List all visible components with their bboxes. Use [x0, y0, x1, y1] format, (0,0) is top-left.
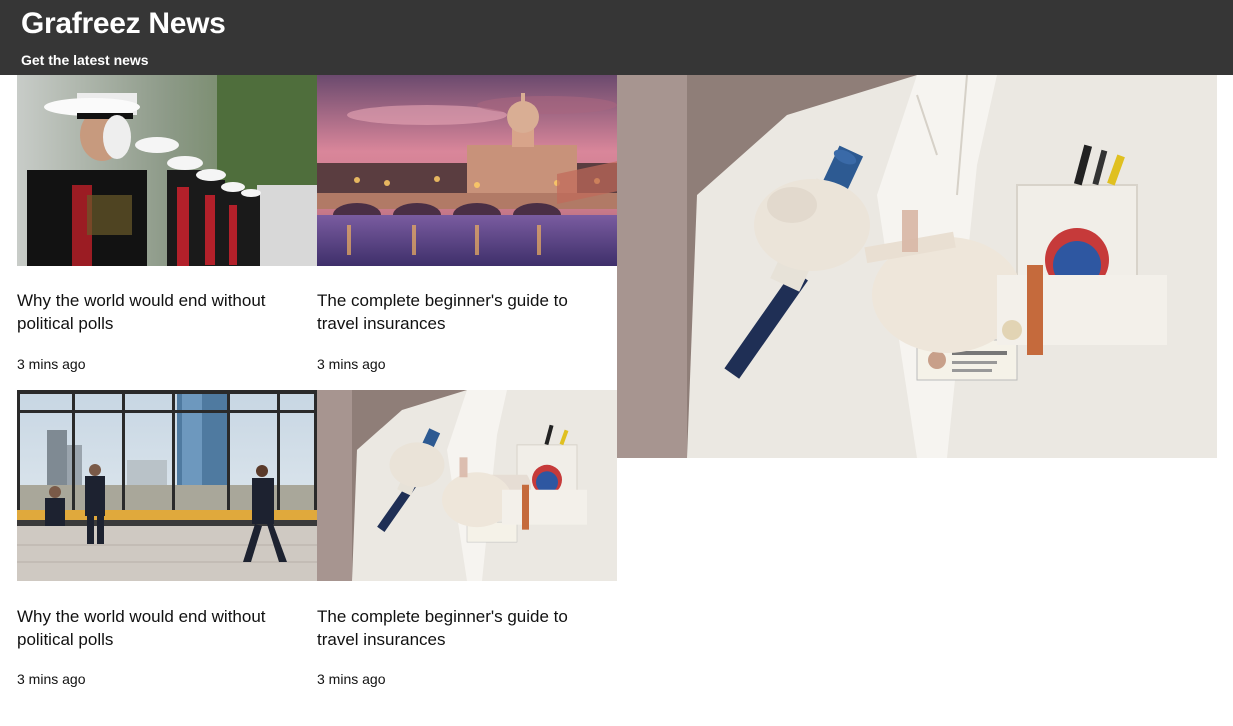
office-window-skyline-photo	[17, 390, 317, 581]
article-timestamp: 3 mins ago	[17, 671, 86, 687]
rome-sunset-bridge-photo	[317, 75, 617, 266]
marines-saluting-photo	[17, 75, 317, 266]
article-title-link[interactable]: The complete beginner's guide to travel …	[317, 289, 602, 335]
article-image-marines[interactable]	[17, 75, 317, 266]
article-timestamp: 3 mins ago	[317, 356, 386, 372]
article-image-lab[interactable]	[317, 390, 617, 581]
site-header: Grafreez News Get the latest news	[0, 0, 1233, 75]
site-title[interactable]: Grafreez News	[21, 7, 226, 41]
site-tagline: Get the latest news	[21, 52, 149, 68]
article-image-office[interactable]	[17, 390, 317, 581]
article-timestamp: 3 mins ago	[317, 671, 386, 687]
featured-article-image[interactable]	[617, 75, 1217, 458]
article-timestamp: 3 mins ago	[17, 356, 86, 372]
article-title-link[interactable]: Why the world would end without politica…	[17, 605, 302, 651]
article-image-rome[interactable]	[317, 75, 617, 266]
lab-pipette-photo	[317, 390, 617, 581]
article-title-link[interactable]: The complete beginner's guide to travel …	[317, 605, 602, 651]
lab-pipette-photo	[617, 75, 1217, 458]
article-title-link[interactable]: Why the world would end without politica…	[17, 289, 302, 335]
